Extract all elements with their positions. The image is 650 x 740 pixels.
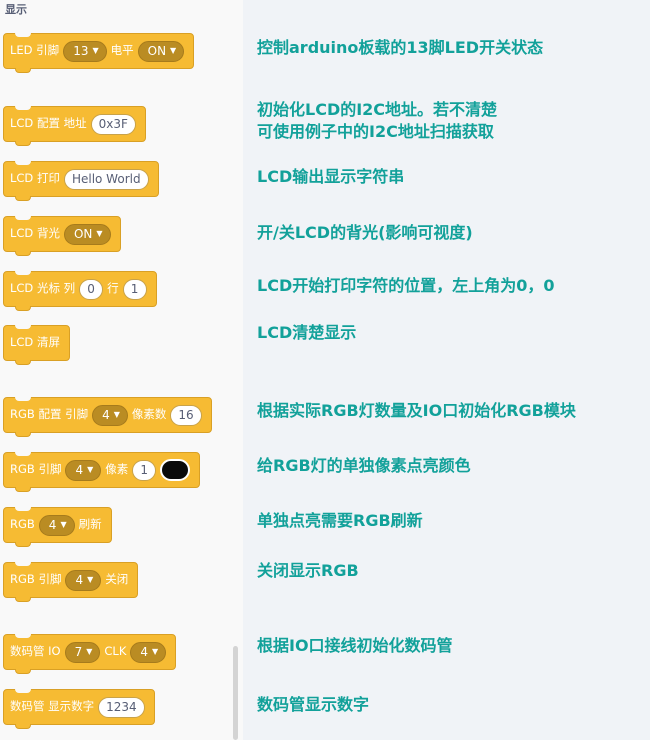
segment-init-block[interactable]: 数码管 IO 7 ▼ CLK 4 ▼ <box>3 634 177 674</box>
block-label: 数码管 显示数字 <box>10 699 95 714</box>
pin-dropdown[interactable]: 4 ▼ <box>65 569 102 591</box>
note-led: 控制arduino板载的13脚LED开关状态 <box>257 38 544 57</box>
note-rgb-refresh: 单独点亮需要RGB刷新 <box>257 511 423 530</box>
block-label: RGB 配置 引脚 <box>10 407 89 422</box>
chevron-down-icon: ▼ <box>96 229 103 238</box>
lcd-backlight-block[interactable]: LCD 背光 ON ▼ <box>3 216 121 256</box>
row-input[interactable]: 1 <box>122 278 147 300</box>
led-pin-block[interactable]: LED 引脚 13 ▼ 电平 ON ▼ <box>3 33 195 73</box>
level-dropdown[interactable]: ON ▼ <box>137 40 185 62</box>
state-dropdown[interactable]: ON ▼ <box>63 223 111 245</box>
block-label: 关闭 <box>105 572 129 587</box>
pixel-index-input[interactable]: 1 <box>132 459 157 481</box>
block-label: LCD 打印 <box>10 171 60 186</box>
text-input[interactable]: Hello World <box>63 168 149 190</box>
block-label: 像素 <box>105 462 129 477</box>
chevron-down-icon: ▼ <box>170 46 177 55</box>
block-label: RGB 引脚 <box>10 462 62 477</box>
block-label: RGB <box>10 517 35 532</box>
block-label: LCD 清屏 <box>10 335 60 350</box>
block-label: 行 <box>107 281 119 296</box>
note-lcd-config: 初始化LCD的I2C地址。若不清楚 可使用例子中的I2C地址扫描获取 <box>257 100 498 141</box>
note-rgb-pixel: 给RGB灯的单独像素点亮颜色 <box>257 456 471 475</box>
rgb-config-block[interactable]: RGB 配置 引脚 4 ▼ 像素数 16 <box>3 397 212 437</box>
pixel-count-input[interactable]: 16 <box>170 404 202 426</box>
palette-scrollbar[interactable] <box>233 646 238 740</box>
column-input[interactable]: 0 <box>79 278 104 300</box>
chevron-down-icon: ▼ <box>92 46 99 55</box>
chevron-down-icon: ▼ <box>86 647 93 656</box>
note-lcd-backlight: 开/关LCD的背光(影响可视度) <box>257 223 473 242</box>
number-input[interactable]: 1234 <box>98 696 145 718</box>
note-lcd-cursor: LCD开始打印字符的位置，左上角为0，0 <box>257 276 555 295</box>
block-label: 电平 <box>110 43 134 58</box>
io-dropdown[interactable]: 7 ▼ <box>64 641 101 663</box>
chevron-down-icon: ▼ <box>87 575 94 584</box>
category-title: 显示 <box>5 3 27 16</box>
block-label: LED 引脚 <box>10 43 60 58</box>
block-label: LCD 背光 <box>10 226 60 241</box>
lcd-cursor-block[interactable]: LCD 光标 列 0 行 1 <box>3 271 157 311</box>
note-lcd-clear: LCD清楚显示 <box>257 323 357 342</box>
clk-dropdown[interactable]: 4 ▼ <box>130 641 167 663</box>
color-picker[interactable] <box>160 459 191 481</box>
note-rgb-off: 关闭显示RGB <box>257 561 359 580</box>
lcd-config-block[interactable]: LCD 配置 地址 0x3F <box>3 106 146 146</box>
lcd-clear-block[interactable]: LCD 清屏 <box>3 325 70 365</box>
chevron-down-icon: ▼ <box>87 465 94 474</box>
chevron-down-icon: ▼ <box>152 647 159 656</box>
block-label: RGB 引脚 <box>10 572 62 587</box>
pin-dropdown[interactable]: 4 ▼ <box>65 459 102 481</box>
pin-dropdown[interactable]: 13 ▼ <box>63 40 107 62</box>
block-label: LCD 光标 列 <box>10 281 76 296</box>
block-label: LCD 配置 地址 <box>10 116 87 131</box>
address-input[interactable]: 0x3F <box>90 113 136 135</box>
note-rgb-config: 根据实际RGB灯数量及IO口初始化RGB模块 <box>257 401 576 420</box>
rgb-off-block[interactable]: RGB 引脚 4 ▼ 关闭 <box>3 562 139 602</box>
note-segment-init: 根据IO口接线初始化数码管 <box>257 636 453 655</box>
lcd-print-block[interactable]: LCD 打印 Hello World <box>3 161 159 201</box>
block-label: 数码管 IO <box>10 644 61 659</box>
note-segment-show: 数码管显示数字 <box>257 695 370 714</box>
note-lcd-print: LCD输出显示字符串 <box>257 167 405 186</box>
chevron-down-icon: ▼ <box>60 520 67 529</box>
pin-dropdown[interactable]: 4 ▼ <box>92 404 128 426</box>
segment-show-block[interactable]: 数码管 显示数字 1234 <box>3 689 155 729</box>
block-label: 像素数 <box>131 407 167 422</box>
block-label: CLK <box>104 644 127 659</box>
block-palette: 显示 LED 引脚 13 ▼ 电平 ON ▼ LCD 配置 地址 0x3F LCD … <box>0 0 243 740</box>
pin-dropdown[interactable]: 4 ▼ <box>38 514 75 536</box>
chevron-down-icon: ▼ <box>113 410 120 419</box>
rgb-pixel-block[interactable]: RGB 引脚 4 ▼ 像素 1 <box>3 452 201 492</box>
block-label: 刷新 <box>78 517 102 532</box>
rgb-refresh-block[interactable]: RGB 4 ▼ 刷新 <box>3 507 112 547</box>
